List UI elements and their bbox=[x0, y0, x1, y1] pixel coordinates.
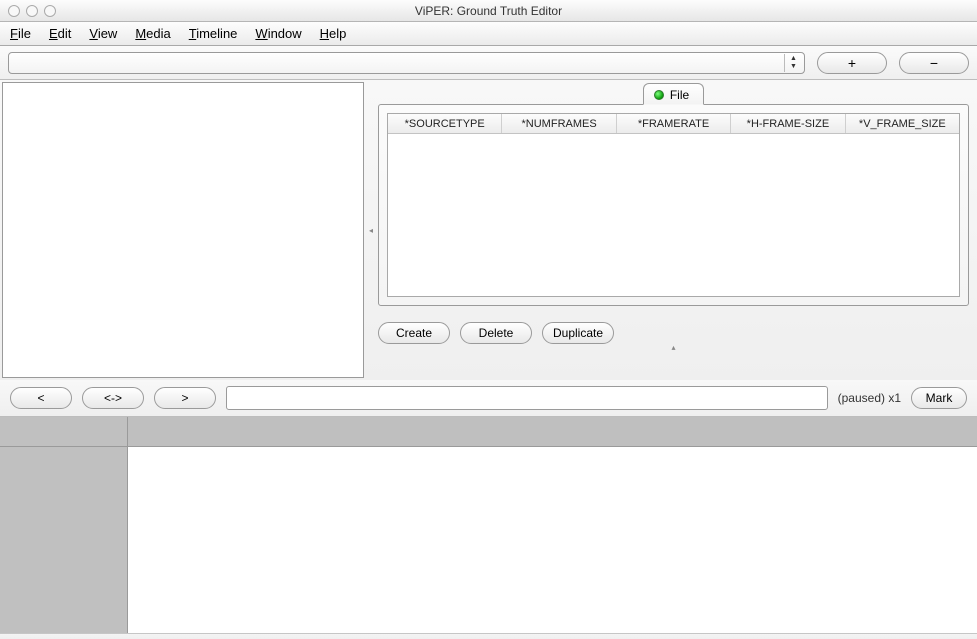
menu-media[interactable]: Media bbox=[131, 24, 174, 43]
step-fwd-button[interactable]: > bbox=[154, 387, 216, 409]
timeline-tracks bbox=[128, 417, 977, 633]
horizontal-scrollbar[interactable] bbox=[0, 633, 977, 639]
menu-window[interactable]: Window bbox=[251, 24, 305, 43]
window-controls bbox=[8, 5, 56, 17]
close-window-button[interactable] bbox=[8, 5, 20, 17]
menu-file[interactable]: File bbox=[6, 24, 35, 43]
inspector-pane: File *SOURCETYPE *NUMFRAMES *FRAMERATE *… bbox=[374, 80, 977, 380]
instance-button-row: Create Delete Duplicate bbox=[378, 322, 969, 344]
video-canvas[interactable] bbox=[2, 82, 364, 378]
tab-file[interactable]: File bbox=[643, 83, 704, 105]
horizontal-splitter[interactable]: ▴ bbox=[378, 344, 969, 352]
media-selector-combo[interactable]: ▲ ▼ bbox=[8, 52, 805, 74]
tab-strip: File bbox=[378, 82, 969, 104]
playback-status: (paused) x1 bbox=[838, 391, 901, 405]
timeline-corner bbox=[0, 417, 127, 447]
combo-stepper-icon: ▲ ▼ bbox=[784, 54, 802, 72]
step-back-button[interactable]: < bbox=[10, 387, 72, 409]
status-dot-icon bbox=[654, 90, 664, 100]
timeline-track-labels bbox=[0, 417, 128, 633]
frame-readout-field[interactable] bbox=[226, 386, 828, 410]
menu-timeline[interactable]: Timeline bbox=[185, 24, 242, 43]
table-body bbox=[388, 134, 959, 296]
tab-body-file: *SOURCETYPE *NUMFRAMES *FRAMERATE *H-FRA… bbox=[378, 104, 969, 306]
col-sourcetype[interactable]: *SOURCETYPE bbox=[388, 114, 502, 133]
playback-bar: < <-> > (paused) x1 Mark bbox=[0, 380, 977, 416]
menu-edit[interactable]: Edit bbox=[45, 24, 75, 43]
timeline-canvas[interactable] bbox=[128, 447, 977, 633]
duplicate-button[interactable]: Duplicate bbox=[542, 322, 614, 344]
minimize-window-button[interactable] bbox=[26, 5, 38, 17]
table-header: *SOURCETYPE *NUMFRAMES *FRAMERATE *H-FRA… bbox=[388, 114, 959, 134]
add-button[interactable]: + bbox=[817, 52, 887, 74]
zoom-window-button[interactable] bbox=[44, 5, 56, 17]
timeline-ruler[interactable] bbox=[128, 417, 977, 447]
remove-button[interactable]: − bbox=[899, 52, 969, 74]
titlebar: ViPER: Ground Truth Editor bbox=[0, 0, 977, 22]
mark-button[interactable]: Mark bbox=[911, 387, 967, 409]
col-framerate[interactable]: *FRAMERATE bbox=[617, 114, 731, 133]
col-hframesize[interactable]: *H-FRAME-SIZE bbox=[731, 114, 845, 133]
col-numframes[interactable]: *NUMFRAMES bbox=[502, 114, 616, 133]
create-button[interactable]: Create bbox=[378, 322, 450, 344]
main-split: ◂ File *SOURCETYPE *NUMFRAMES *FRAMERATE… bbox=[0, 80, 977, 380]
menu-view[interactable]: View bbox=[85, 24, 121, 43]
timeline-panel bbox=[0, 416, 977, 633]
toolbar: ▲ ▼ + − bbox=[0, 46, 977, 80]
menu-help[interactable]: Help bbox=[316, 24, 351, 43]
window-title: ViPER: Ground Truth Editor bbox=[0, 4, 977, 18]
delete-button[interactable]: Delete bbox=[460, 322, 532, 344]
menubar: File Edit View Media Timeline Window Hel… bbox=[0, 22, 977, 46]
play-pause-button[interactable]: <-> bbox=[82, 387, 144, 409]
tab-file-label: File bbox=[670, 88, 689, 102]
col-vframesize[interactable]: *V_FRAME_SIZE bbox=[846, 114, 959, 133]
file-attributes-table[interactable]: *SOURCETYPE *NUMFRAMES *FRAMERATE *H-FRA… bbox=[387, 113, 960, 297]
